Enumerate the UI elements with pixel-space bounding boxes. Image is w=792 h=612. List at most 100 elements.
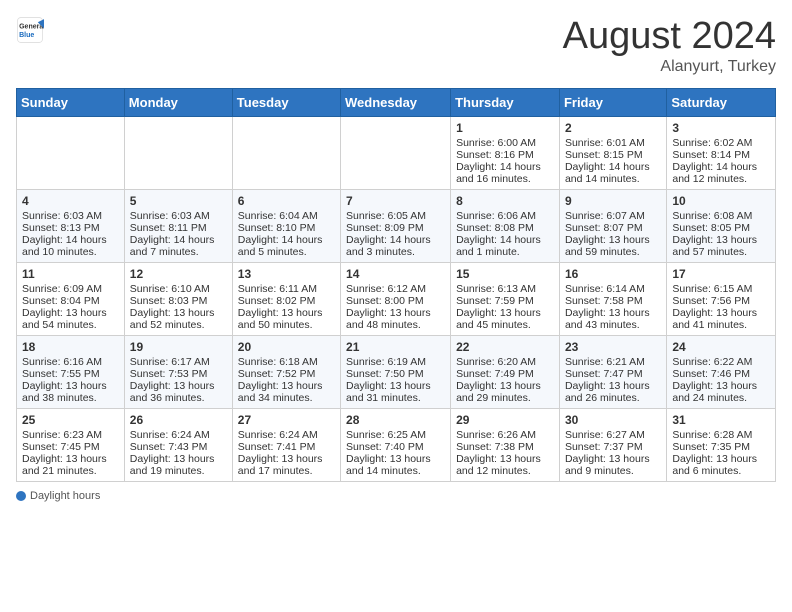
sunset-text: Sunset: 7:49 PM — [456, 368, 554, 380]
day-number: 7 — [346, 194, 445, 208]
calendar-cell: 23Sunrise: 6:21 AMSunset: 7:47 PMDayligh… — [559, 335, 666, 408]
sunrise-text: Sunrise: 6:10 AM — [130, 283, 227, 295]
sunrise-text: Sunrise: 6:07 AM — [565, 210, 661, 222]
calendar-week-row: 18Sunrise: 6:16 AMSunset: 7:55 PMDayligh… — [17, 335, 776, 408]
calendar-cell — [124, 116, 232, 189]
calendar-cell — [17, 116, 125, 189]
daylight-text: Daylight: 14 hours and 10 minutes. — [22, 234, 119, 258]
calendar-cell: 30Sunrise: 6:27 AMSunset: 7:37 PMDayligh… — [559, 408, 666, 481]
calendar-cell: 14Sunrise: 6:12 AMSunset: 8:00 PMDayligh… — [341, 262, 451, 335]
sunset-text: Sunset: 7:58 PM — [565, 295, 661, 307]
calendar-cell: 11Sunrise: 6:09 AMSunset: 8:04 PMDayligh… — [17, 262, 125, 335]
day-of-week-header: Tuesday — [232, 88, 340, 116]
calendar-cell: 5 Sunrise: 6:03 AMSunset: 8:11 PMDaylight… — [124, 189, 232, 262]
daylight-text: Daylight: 13 hours and 17 minutes. — [238, 453, 335, 477]
daylight-text: Daylight: 13 hours and 34 minutes. — [238, 380, 335, 404]
daylight-text: Daylight: 13 hours and 14 minutes. — [346, 453, 445, 477]
sunrise-text: Sunrise: 6:11 AM — [238, 283, 335, 295]
sunrise-text: Sunrise: 6:03 AM — [130, 210, 227, 222]
page-header: General Blue August 2024 Alanyurt, Turke… — [16, 16, 776, 76]
day-number: 4 — [22, 194, 119, 208]
daylight-text: Daylight: 14 hours and 12 minutes. — [672, 161, 770, 185]
calendar-cell: 16Sunrise: 6:14 AMSunset: 7:58 PMDayligh… — [559, 262, 666, 335]
calendar-cell: 8Sunrise: 6:06 AMSunset: 8:08 PMDaylight… — [451, 189, 560, 262]
daylight-text: Daylight: 13 hours and 19 minutes. — [130, 453, 227, 477]
logo: General Blue — [16, 16, 44, 44]
sunset-text: Sunset: 7:40 PM — [346, 441, 445, 453]
calendar-week-row: 11Sunrise: 6:09 AMSunset: 8:04 PMDayligh… — [17, 262, 776, 335]
daylight-text: Daylight: 13 hours and 6 minutes. — [672, 453, 770, 477]
sunset-text: Sunset: 7:41 PM — [238, 441, 335, 453]
sunset-text: Sunset: 8:00 PM — [346, 295, 445, 307]
sunset-text: Sunset: 8:10 PM — [238, 222, 335, 234]
calendar-header-row: SundayMondayTuesdayWednesdayThursdayFrid… — [17, 88, 776, 116]
sunset-text: Sunset: 8:04 PM — [22, 295, 119, 307]
day-number: 16 — [565, 267, 661, 281]
sunset-text: Sunset: 7:55 PM — [22, 368, 119, 380]
sunrise-text: Sunrise: 6:24 AM — [238, 429, 335, 441]
legend-label: Daylight hours — [30, 490, 100, 502]
sunrise-text: Sunrise: 6:23 AM — [22, 429, 119, 441]
calendar-week-row: 25Sunrise: 6:23 AMSunset: 7:45 PMDayligh… — [17, 408, 776, 481]
day-of-week-header: Monday — [124, 88, 232, 116]
calendar-cell: 15Sunrise: 6:13 AMSunset: 7:59 PMDayligh… — [451, 262, 560, 335]
day-number: 29 — [456, 413, 554, 427]
daylight-text: Daylight: 13 hours and 38 minutes. — [22, 380, 119, 404]
sunset-text: Sunset: 7:59 PM — [456, 295, 554, 307]
calendar-cell: 24Sunrise: 6:22 AMSunset: 7:46 PMDayligh… — [667, 335, 776, 408]
sunrise-text: Sunrise: 6:03 AM — [22, 210, 119, 222]
sunset-text: Sunset: 8:07 PM — [565, 222, 661, 234]
sunrise-text: Sunrise: 6:04 AM — [238, 210, 335, 222]
day-number: 12 — [130, 267, 227, 281]
legend-dot — [16, 491, 26, 501]
sunrise-text: Sunrise: 6:26 AM — [456, 429, 554, 441]
calendar-cell: 17Sunrise: 6:15 AMSunset: 7:56 PMDayligh… — [667, 262, 776, 335]
calendar-title: August 2024 — [563, 16, 776, 58]
day-of-week-header: Sunday — [17, 88, 125, 116]
day-number: 31 — [672, 413, 770, 427]
sunset-text: Sunset: 7:47 PM — [565, 368, 661, 380]
daylight-text: Daylight: 14 hours and 7 minutes. — [130, 234, 227, 258]
sunrise-text: Sunrise: 6:20 AM — [456, 356, 554, 368]
sunset-text: Sunset: 8:13 PM — [22, 222, 119, 234]
sunset-text: Sunset: 7:43 PM — [130, 441, 227, 453]
logo-icon: General Blue — [16, 16, 44, 44]
sunset-text: Sunset: 8:11 PM — [130, 222, 227, 234]
sunrise-text: Sunrise: 6:01 AM — [565, 137, 661, 149]
sunrise-text: Sunrise: 6:02 AM — [672, 137, 770, 149]
day-number: 10 — [672, 194, 770, 208]
sunset-text: Sunset: 8:03 PM — [130, 295, 227, 307]
daylight-text: Daylight: 13 hours and 41 minutes. — [672, 307, 770, 331]
legend: Daylight hours — [16, 490, 776, 504]
daylight-text: Daylight: 14 hours and 1 minute. — [456, 234, 554, 258]
day-number: 25 — [22, 413, 119, 427]
calendar-cell: 29Sunrise: 6:26 AMSunset: 7:38 PMDayligh… — [451, 408, 560, 481]
sunrise-text: Sunrise: 6:15 AM — [672, 283, 770, 295]
daylight-text: Daylight: 13 hours and 57 minutes. — [672, 234, 770, 258]
sunrise-text: Sunrise: 6:25 AM — [346, 429, 445, 441]
day-number: 5 — [130, 194, 227, 208]
day-number: 3 — [672, 121, 770, 135]
sunset-text: Sunset: 7:56 PM — [672, 295, 770, 307]
daylight-text: Daylight: 13 hours and 9 minutes. — [565, 453, 661, 477]
daylight-text: Daylight: 13 hours and 26 minutes. — [565, 380, 661, 404]
daylight-text: Daylight: 14 hours and 14 minutes. — [565, 161, 661, 185]
calendar-cell: 18Sunrise: 6:16 AMSunset: 7:55 PMDayligh… — [17, 335, 125, 408]
day-number: 18 — [22, 340, 119, 354]
sunrise-text: Sunrise: 6:24 AM — [130, 429, 227, 441]
calendar-cell: 25Sunrise: 6:23 AMSunset: 7:45 PMDayligh… — [17, 408, 125, 481]
sunset-text: Sunset: 8:14 PM — [672, 149, 770, 161]
calendar-cell: 27Sunrise: 6:24 AMSunset: 7:41 PMDayligh… — [232, 408, 340, 481]
day-of-week-header: Saturday — [667, 88, 776, 116]
sunrise-text: Sunrise: 6:06 AM — [456, 210, 554, 222]
sunset-text: Sunset: 8:02 PM — [238, 295, 335, 307]
day-of-week-header: Friday — [559, 88, 666, 116]
sunset-text: Sunset: 8:16 PM — [456, 149, 554, 161]
sunset-text: Sunset: 8:05 PM — [672, 222, 770, 234]
sunset-text: Sunset: 7:53 PM — [130, 368, 227, 380]
sunrise-text: Sunrise: 6:17 AM — [130, 356, 227, 368]
calendar-cell — [341, 116, 451, 189]
day-number: 23 — [565, 340, 661, 354]
sunset-text: Sunset: 7:50 PM — [346, 368, 445, 380]
day-number: 8 — [456, 194, 554, 208]
